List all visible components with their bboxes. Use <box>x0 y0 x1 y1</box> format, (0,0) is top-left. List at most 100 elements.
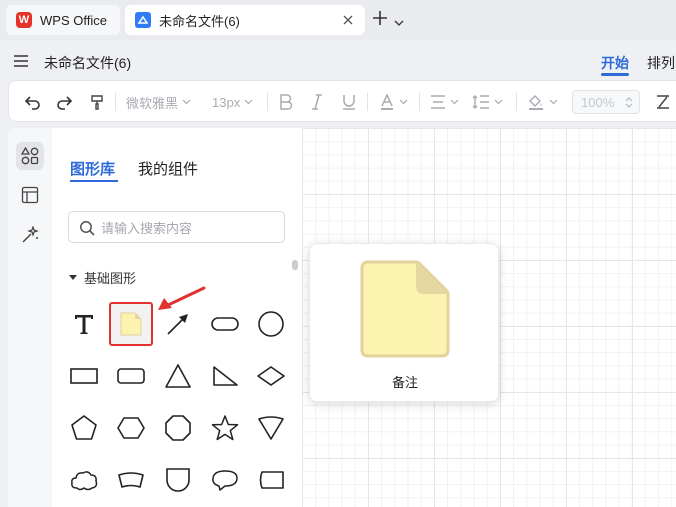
font-size-value: 13px <box>212 94 241 110</box>
italic-icon[interactable] <box>311 81 323 123</box>
line-spacing-icon[interactable] <box>472 81 503 123</box>
underline-icon[interactable] <box>342 81 356 123</box>
drop-shape-icon <box>166 468 190 492</box>
search-icon <box>80 221 95 236</box>
undo-icon[interactable] <box>24 81 42 123</box>
shape-rectangle[interactable] <box>62 354 106 398</box>
shape-diamond[interactable] <box>249 354 293 398</box>
text-icon <box>75 315 93 334</box>
shape-shield[interactable] <box>249 406 293 450</box>
shape-preview-tooltip: 备注 <box>309 243 499 402</box>
wps-logo-icon: W <box>16 12 32 28</box>
title-row: 未命名文件(6) 开始 排列 <box>0 40 676 80</box>
right-triangle-icon <box>213 366 238 386</box>
chevron-down-icon[interactable] <box>394 14 404 26</box>
hexagon-icon <box>117 417 145 439</box>
preview-label: 备注 <box>391 375 418 390</box>
zoom-stepper-icon[interactable] <box>625 96 633 109</box>
active-tab-indicator <box>70 180 118 182</box>
toolbar-divider <box>516 93 517 111</box>
caret-down-icon <box>69 275 77 280</box>
diamond-icon <box>257 366 285 386</box>
tape-shape-icon <box>259 471 284 489</box>
shape-text[interactable] <box>62 302 106 346</box>
font-family-select[interactable]: 微软雅黑 <box>126 81 191 123</box>
toolbar-divider <box>115 93 116 111</box>
font-color-icon[interactable] <box>379 81 408 123</box>
text-direction-icon[interactable] <box>655 81 671 123</box>
shape-triangle[interactable] <box>156 354 200 398</box>
shape-cloud[interactable] <box>62 458 106 502</box>
shape-note[interactable] <box>109 302 153 346</box>
font-size-select[interactable]: 13px <box>212 81 253 123</box>
scrollbar-thumb[interactable] <box>292 260 298 270</box>
bold-icon[interactable] <box>279 81 293 123</box>
section-basic-shapes[interactable]: 基础图形 <box>69 268 136 287</box>
note-preview-icon <box>360 260 450 358</box>
ribbon-tab-arrange[interactable]: 排列 <box>647 53 675 73</box>
zoom-value: 100% <box>581 94 615 110</box>
format-painter-icon[interactable] <box>88 81 106 123</box>
align-icon[interactable] <box>430 81 459 123</box>
shape-tape[interactable] <box>249 458 293 502</box>
star-icon <box>211 415 239 441</box>
rail-shapes-button[interactable] <box>16 142 44 170</box>
triangle-icon <box>165 364 191 388</box>
shape-pentagon[interactable] <box>62 406 106 450</box>
layout-icon <box>21 186 39 204</box>
round-corner-rect-icon <box>117 368 145 384</box>
shape-library-panel: 图形库 我的组件 请输入搜索内容 基础图形 <box>52 128 302 507</box>
rectangle-icon <box>70 368 98 384</box>
tab-shape-library[interactable]: 图形库 <box>70 158 115 179</box>
shape-star[interactable] <box>203 406 247 450</box>
document-title: 未命名文件(6) <box>44 55 132 71</box>
magic-wand-icon <box>22 226 39 243</box>
side-rail <box>8 128 52 507</box>
new-tab-icon[interactable] <box>372 10 388 26</box>
toolbar-divider <box>367 93 368 111</box>
shape-octagon[interactable] <box>156 406 200 450</box>
search-placeholder: 请输入搜索内容 <box>101 220 193 236</box>
circle-icon <box>258 311 284 337</box>
tab-my-components[interactable]: 我的组件 <box>138 158 198 179</box>
rail-templates-button[interactable] <box>16 181 44 209</box>
rounded-rect-icon <box>211 317 239 331</box>
note-icon <box>120 312 142 336</box>
cloud-icon <box>71 471 98 491</box>
shape-round-corner-rect[interactable] <box>109 354 153 398</box>
octagon-icon <box>165 415 191 441</box>
toolbar-divider <box>419 93 420 111</box>
active-tab-indicator <box>601 73 629 76</box>
shape-right-triangle[interactable] <box>203 354 247 398</box>
shape-speech-bubble[interactable] <box>203 458 247 502</box>
rail-ai-button[interactable] <box>16 221 44 249</box>
shape-arc-band[interactable] <box>109 458 153 502</box>
font-family-value: 微软雅黑 <box>126 95 179 111</box>
window-tab-bar: W WPS Office 未命名文件(6) <box>0 0 676 40</box>
zoom-input[interactable]: 100% <box>572 90 640 114</box>
hamburger-menu-icon[interactable] <box>14 54 28 67</box>
pentagon-icon <box>71 415 97 440</box>
arc-band-icon <box>118 472 144 488</box>
ribbon-tab-start[interactable]: 开始 <box>601 53 629 73</box>
redo-icon[interactable] <box>55 81 73 123</box>
shapes-icon <box>21 147 39 165</box>
shape-search-input[interactable]: 请输入搜索内容 <box>68 211 285 243</box>
tab-wps-office[interactable]: W WPS Office <box>6 5 120 35</box>
speech-bubble-icon <box>212 470 238 491</box>
toolbar-divider <box>267 93 268 111</box>
tab-wps-office-label: WPS Office <box>40 12 107 28</box>
fill-color-icon[interactable] <box>527 81 558 123</box>
close-tab-icon[interactable] <box>341 13 355 27</box>
section-title: 基础图形 <box>84 271 137 286</box>
inverted-triangle-icon <box>258 416 284 440</box>
annotation-arrow-icon <box>158 286 206 310</box>
shape-hexagon[interactable] <box>109 406 153 450</box>
tab-document-label: 未命名文件(6) <box>159 13 240 29</box>
arrow-line-icon <box>167 314 188 335</box>
flowchart-file-icon <box>135 12 151 28</box>
shape-drop[interactable] <box>156 458 200 502</box>
format-toolbar: 微软雅黑 13px 100% <box>8 80 676 122</box>
shape-circle[interactable] <box>249 302 293 346</box>
tab-document[interactable]: 未命名文件(6) <box>125 5 365 35</box>
